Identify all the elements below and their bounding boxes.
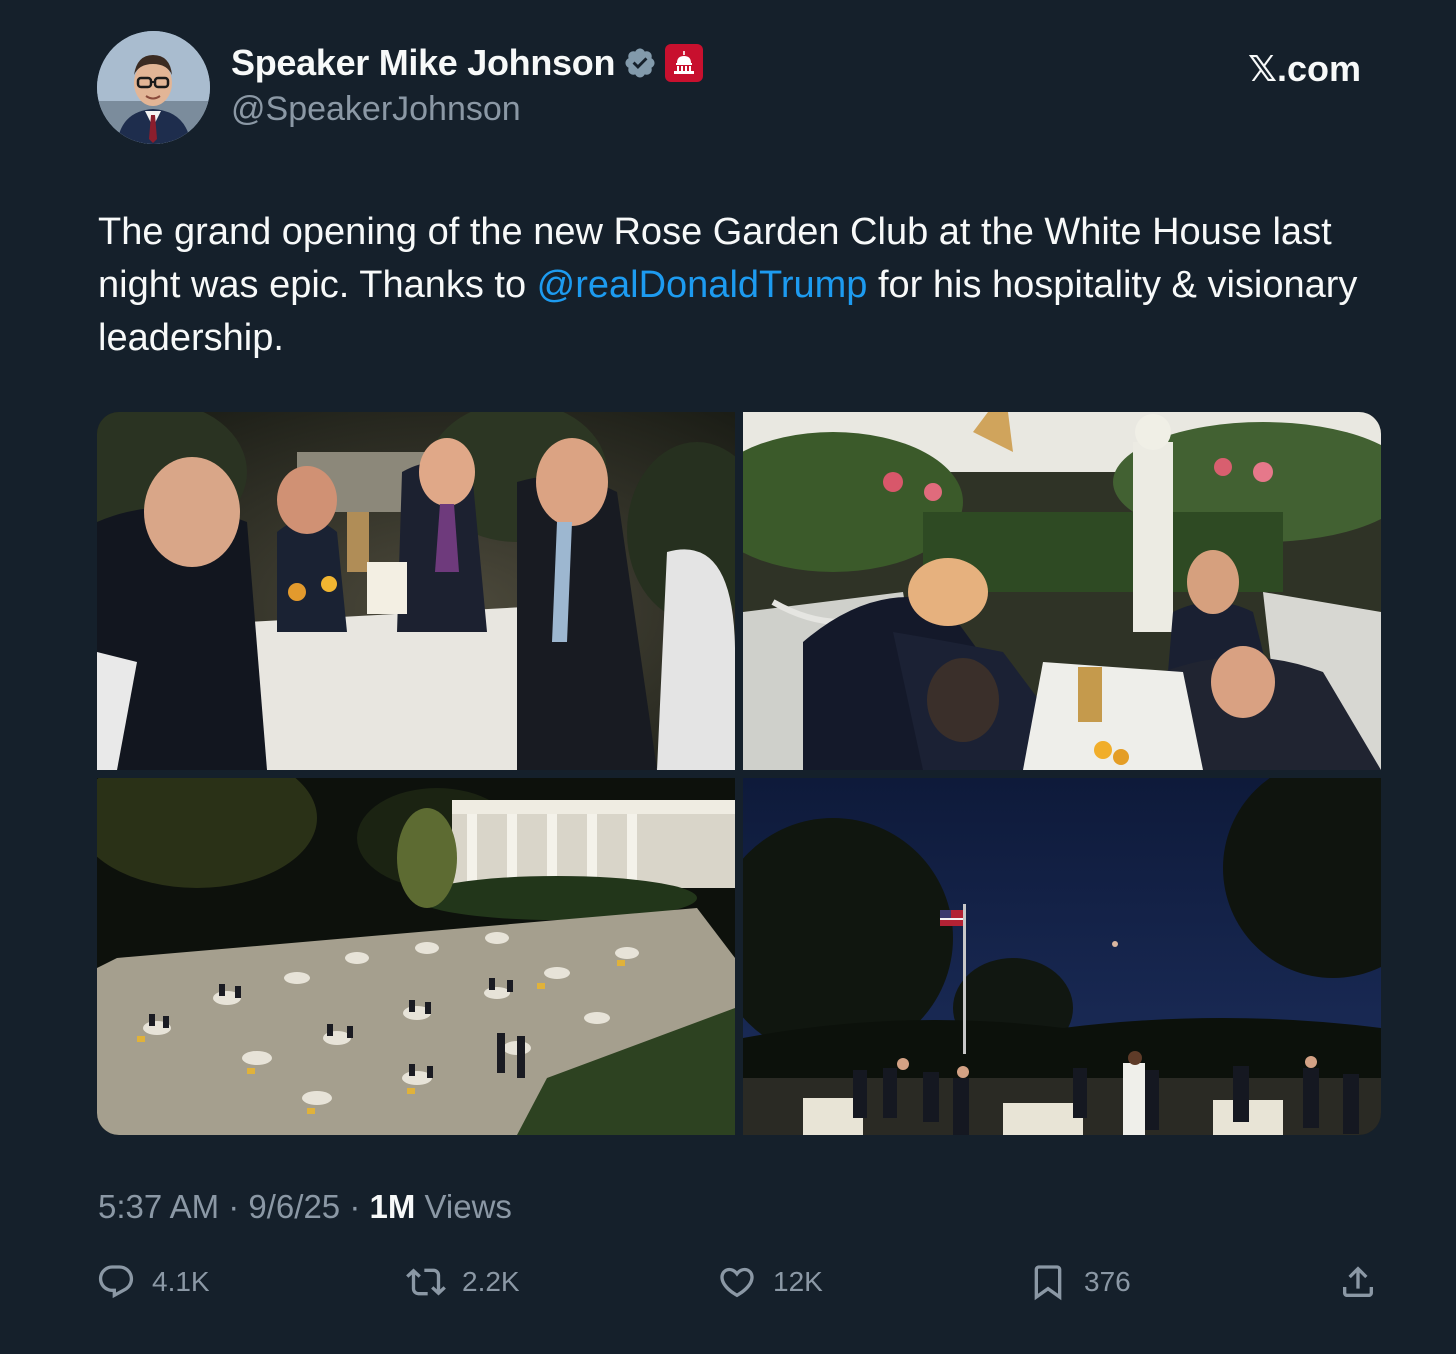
like-count: 12K: [773, 1266, 823, 1297]
author-handle[interactable]: @SpeakerJohnson: [231, 90, 521, 129]
share-button[interactable]: [1338, 1262, 1378, 1302]
repost-button[interactable]: 2.2K: [406, 1262, 520, 1302]
bookmark-button[interactable]: 376: [1028, 1262, 1131, 1302]
tweet-card: Speaker Mike Johnson @SpeakerJohnson 𝕏.c…: [0, 0, 1456, 1354]
tweet-time[interactable]: 5:37 AM: [98, 1188, 219, 1225]
like-button[interactable]: 12K: [717, 1262, 823, 1302]
author-name-row: Speaker Mike Johnson: [231, 42, 704, 84]
verified-badge-icon[interactable]: [623, 46, 657, 80]
capitol-badge-icon[interactable]: [665, 44, 704, 82]
reply-count: 4.1K: [152, 1266, 210, 1297]
author-avatar[interactable]: [97, 31, 210, 144]
views-label: Views: [415, 1188, 512, 1225]
bookmark-count: 376: [1084, 1266, 1131, 1297]
repost-count: 2.2K: [462, 1266, 520, 1297]
media-grid: [97, 412, 1381, 1135]
views-count: 1M: [369, 1188, 416, 1225]
photo-dinner-table[interactable]: [97, 412, 735, 770]
site-domain: .com: [1276, 48, 1361, 89]
repost-icon: [406, 1268, 446, 1296]
x-logo-icon: 𝕏: [1247, 49, 1277, 90]
photo-flag-dusk[interactable]: [743, 778, 1381, 1135]
action-bar: 4.1K 2.2K 12K 376: [96, 1262, 1378, 1308]
photo-table-conversation[interactable]: [743, 412, 1381, 770]
reply-button[interactable]: 4.1K: [96, 1262, 210, 1302]
photo-garden-overhead[interactable]: [97, 778, 735, 1135]
bookmark-icon: [1034, 1265, 1062, 1301]
heart-icon: [720, 1267, 754, 1298]
x-com-logo: 𝕏.com: [1248, 48, 1361, 90]
author-display-name[interactable]: Speaker Mike Johnson: [231, 42, 615, 84]
tweet-text: The grand opening of the new Rose Garden…: [98, 206, 1388, 365]
tweet-date[interactable]: 9/6/25: [248, 1188, 340, 1225]
reply-icon: [98, 1265, 134, 1299]
share-icon: [1343, 1266, 1373, 1297]
meta-separator: ·: [219, 1188, 249, 1225]
mention-link[interactable]: @realDonaldTrump: [537, 264, 868, 306]
tweet-meta: 5:37 AM · 9/6/25 · 1M Views: [98, 1188, 512, 1226]
meta-separator: ·: [340, 1188, 370, 1225]
